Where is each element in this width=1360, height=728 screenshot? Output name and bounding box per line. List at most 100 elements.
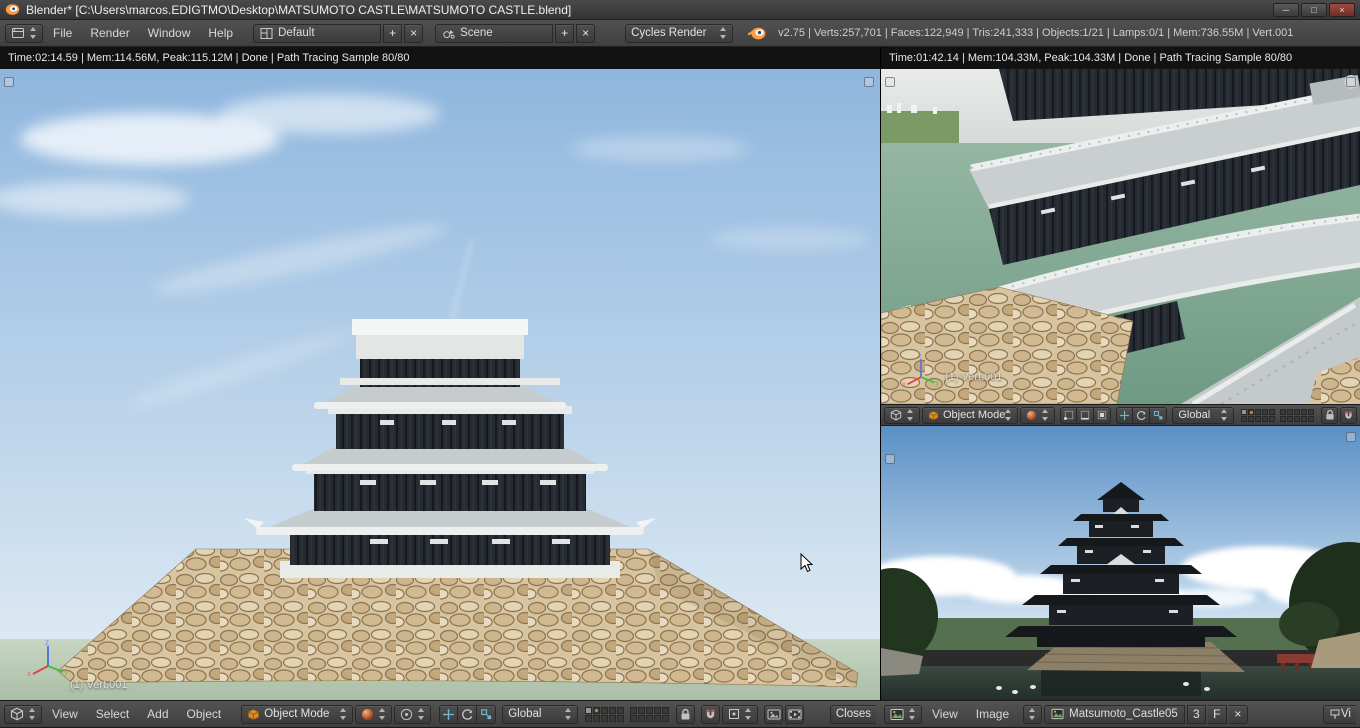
main-viewport-canvas[interactable]: z x y (1) Vert.001 <box>0 69 880 700</box>
snap-toggle-button[interactable] <box>1340 406 1357 424</box>
layer-toggle[interactable] <box>585 706 593 714</box>
lock-to-scene-button[interactable] <box>676 704 696 724</box>
layer-toggle[interactable] <box>638 706 646 714</box>
scene-selector[interactable]: Scene <box>435 23 554 43</box>
layer-toggle[interactable] <box>630 714 638 722</box>
layer-toggle[interactable] <box>1269 415 1275 422</box>
region-expand-button[interactable] <box>885 454 895 464</box>
viewport-shading-dropdown[interactable] <box>1020 406 1056 424</box>
layer-toggle[interactable] <box>654 714 662 722</box>
layer-toggle[interactable] <box>1280 415 1286 422</box>
editor-type-selector-3dview[interactable] <box>884 406 920 424</box>
axis-gizmo[interactable]: z x y <box>901 351 941 387</box>
layer-toggle[interactable] <box>646 706 654 714</box>
layer-toggle[interactable] <box>1241 408 1247 415</box>
layer-toggle[interactable] <box>585 714 593 722</box>
render-engine-dropdown[interactable]: Cycles Render <box>625 23 734 43</box>
region-expand-button[interactable] <box>864 77 874 87</box>
region-expand-button[interactable] <box>1346 432 1356 442</box>
layer-toggle[interactable] <box>1308 415 1314 422</box>
delete-scene-button[interactable]: × <box>576 23 596 43</box>
region-expand-button[interactable] <box>4 77 14 87</box>
menu-window[interactable]: Window <box>140 24 199 42</box>
editor-type-selector-info[interactable] <box>5 23 43 43</box>
snap-element-dropdown[interactable] <box>722 704 759 724</box>
menu-help[interactable]: Help <box>200 24 241 42</box>
close-button[interactable]: × <box>1329 2 1355 17</box>
vertex-select-button[interactable] <box>1060 406 1078 424</box>
layer-toggle[interactable] <box>1301 415 1307 422</box>
layer-toggle[interactable] <box>1280 408 1286 415</box>
menu-file[interactable]: File <box>45 24 80 42</box>
menu-select[interactable]: Select <box>88 705 137 723</box>
layer-toggle[interactable] <box>1308 408 1314 415</box>
layer-toggle[interactable] <box>646 714 654 722</box>
screen-layout-selector[interactable]: Default <box>253 23 382 43</box>
layer-toggle[interactable] <box>601 706 609 714</box>
layer-toggle[interactable] <box>662 706 670 714</box>
snap-toggle-button[interactable] <box>701 704 721 724</box>
layer-toggle[interactable] <box>1269 408 1275 415</box>
add-scene-button[interactable]: + <box>555 23 575 43</box>
browse-image-button[interactable] <box>1023 704 1043 724</box>
truncated-widget[interactable]: Vi <box>1322 704 1356 724</box>
menu-object[interactable]: Object <box>179 705 230 723</box>
image-editor-canvas[interactable] <box>881 426 1360 700</box>
fake-user-button[interactable]: F <box>1207 704 1227 724</box>
axis-gizmo[interactable]: z x y <box>26 637 70 677</box>
editor-type-selector-image[interactable] <box>884 704 922 724</box>
orientation-dropdown[interactable]: Global <box>1172 406 1234 424</box>
face-select-button[interactable] <box>1094 406 1112 424</box>
layer-toggle[interactable] <box>638 714 646 722</box>
render-still-button[interactable] <box>764 704 784 724</box>
layer-toggle[interactable] <box>1248 415 1254 422</box>
rotate-manipulator-button[interactable] <box>458 704 478 724</box>
translate-manipulator-button[interactable] <box>1116 406 1134 424</box>
layers-widget[interactable] <box>585 706 670 722</box>
edge-select-button[interactable] <box>1077 406 1095 424</box>
layer-toggle[interactable] <box>1255 415 1261 422</box>
layer-toggle[interactable] <box>1294 415 1300 422</box>
menu-image[interactable]: Image <box>968 705 1017 723</box>
pivot-point-dropdown[interactable] <box>394 704 432 724</box>
area-divider[interactable] <box>880 47 881 700</box>
layer-toggle[interactable] <box>609 714 617 722</box>
layer-toggle[interactable] <box>601 714 609 722</box>
scale-manipulator-button[interactable] <box>1150 406 1168 424</box>
add-screen-layout-button[interactable]: + <box>383 23 403 43</box>
layer-toggle[interactable] <box>1287 415 1293 422</box>
render-animation-button[interactable] <box>785 704 805 724</box>
orientation-dropdown[interactable]: Global <box>502 704 579 724</box>
layer-toggle[interactable] <box>630 706 638 714</box>
layer-toggle[interactable] <box>1262 408 1268 415</box>
menu-add[interactable]: Add <box>139 705 176 723</box>
unlink-image-button[interactable]: × <box>1228 704 1248 724</box>
layer-toggle[interactable] <box>593 714 601 722</box>
layer-toggle[interactable] <box>609 706 617 714</box>
menu-view[interactable]: View <box>924 705 966 723</box>
minimize-button[interactable]: ─ <box>1273 2 1299 17</box>
layers-widget[interactable] <box>1241 408 1314 422</box>
layer-toggle[interactable] <box>1241 415 1247 422</box>
translate-manipulator-button[interactable] <box>439 704 459 724</box>
region-expand-button[interactable] <box>885 77 895 87</box>
editor-type-selector-3dview[interactable] <box>4 704 42 724</box>
image-users-button[interactable]: 3 <box>1186 704 1206 724</box>
lock-to-scene-button[interactable] <box>1321 406 1338 424</box>
layer-toggle[interactable] <box>617 714 625 722</box>
delete-screen-layout-button[interactable]: × <box>404 23 424 43</box>
viewport-shading-dropdown[interactable] <box>355 704 393 724</box>
layer-toggle[interactable] <box>1262 415 1268 422</box>
layer-toggle[interactable] <box>1255 408 1261 415</box>
snap-target-dropdown[interactable]: Closes <box>829 704 876 724</box>
region-expand-button[interactable] <box>1346 77 1356 87</box>
titlebar[interactable]: Blender* [C:\Users\marcos.EDIGTMO\Deskto… <box>0 0 1360 20</box>
scale-manipulator-button[interactable] <box>477 704 497 724</box>
restore-button[interactable]: □ <box>1301 2 1327 17</box>
layer-toggle[interactable] <box>1301 408 1307 415</box>
layer-toggle[interactable] <box>654 706 662 714</box>
menu-render[interactable]: Render <box>82 24 137 42</box>
layer-toggle[interactable] <box>1294 408 1300 415</box>
image-datablock[interactable]: Matsumoto_Castle05 <box>1044 704 1185 724</box>
layer-toggle[interactable] <box>617 706 625 714</box>
